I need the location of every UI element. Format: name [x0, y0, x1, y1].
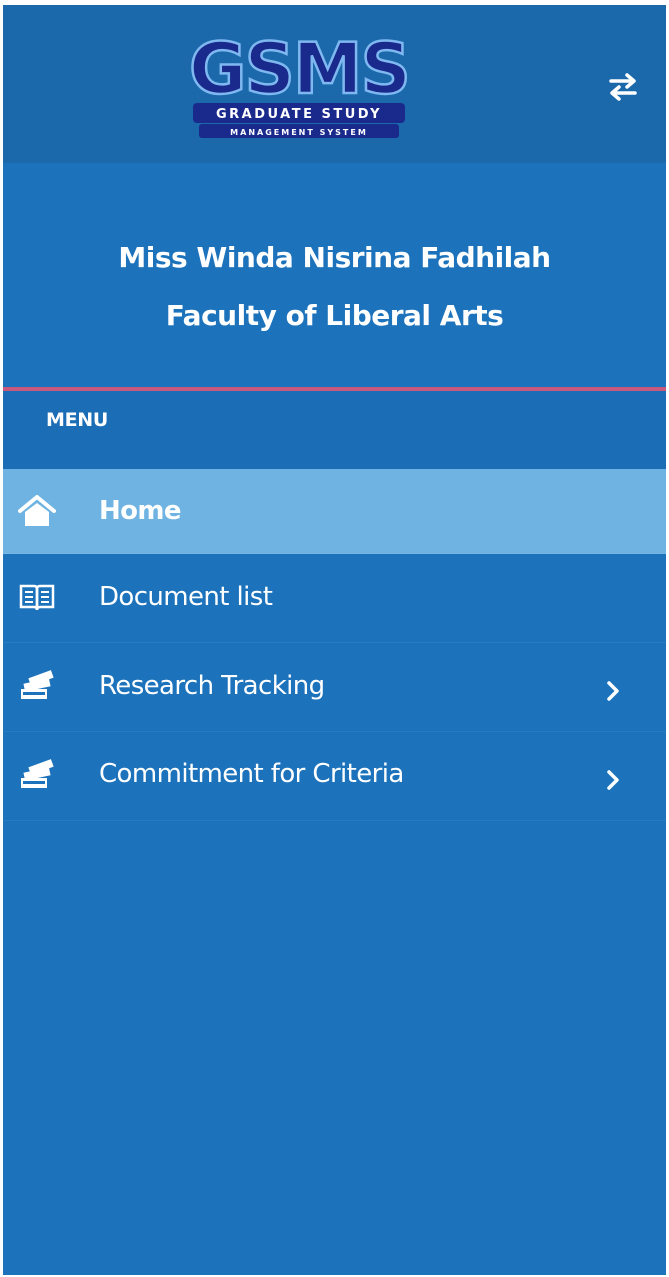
- sidebar-toggle-button[interactable]: [601, 65, 645, 109]
- home-icon: [18, 495, 56, 526]
- logo-tagline-1: GRADUATE STUDY: [216, 107, 382, 122]
- menu-header: MENU: [3, 391, 666, 469]
- nav-item-research-tracking[interactable]: Research Tracking: [3, 643, 666, 732]
- money-stack-icon: [21, 759, 54, 788]
- book-icon: [19, 584, 55, 611]
- chevron-right-icon: [607, 681, 619, 701]
- money-stack-icon: [21, 670, 54, 699]
- nav-item-home[interactable]: Home: [3, 469, 666, 554]
- nav-menu: Home Document list Research Tracking Com…: [3, 469, 666, 821]
- sidebar: GSMS GRADUATE STUDY MANAGEMENT SYSTEM Mi…: [3, 5, 666, 1275]
- user-profile: Miss Winda Nisrina Fadhilah Faculty of L…: [3, 163, 666, 387]
- swap-arrows-icon: [609, 73, 637, 101]
- user-name: Miss Winda Nisrina Fadhilah: [118, 241, 551, 274]
- gsms-logo: GSMS GRADUATE STUDY MANAGEMENT SYSTEM: [188, 31, 412, 138]
- nav-label-home: Home: [99, 496, 182, 526]
- logo-text: GSMS: [189, 31, 409, 110]
- nav-label-research-tracking: Research Tracking: [99, 671, 325, 701]
- user-faculty: Faculty of Liberal Arts: [165, 299, 504, 332]
- logo-tagline-2: MANAGEMENT SYSTEM: [230, 128, 368, 137]
- nav-item-commitment-for-criteria[interactable]: Commitment for Criteria: [3, 732, 666, 821]
- nav-label-document-list: Document list: [99, 582, 273, 612]
- nav-label-commitment-for-criteria: Commitment for Criteria: [99, 759, 404, 789]
- chevron-right-icon: [607, 770, 619, 790]
- sidebar-header: GSMS GRADUATE STUDY MANAGEMENT SYSTEM: [3, 5, 666, 163]
- nav-item-document-list[interactable]: Document list: [3, 554, 666, 643]
- menu-heading: MENU: [46, 409, 109, 431]
